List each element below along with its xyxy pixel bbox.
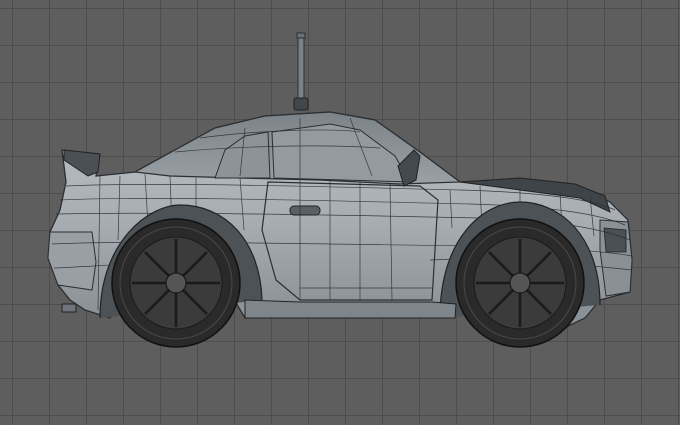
rear-bumper: [47, 231, 97, 291]
antenna-icon: [293, 32, 309, 111]
3d-viewport[interactable]: [0, 0, 680, 425]
exhaust-pipe: [61, 303, 77, 313]
wheel-icon: [455, 218, 585, 348]
front-grille: [603, 227, 627, 253]
door-handle-icon: [289, 205, 321, 216]
car-wireframe-model[interactable]: [0, 0, 680, 425]
rocker-panel: [244, 299, 457, 319]
wheel-icon: [111, 218, 241, 348]
